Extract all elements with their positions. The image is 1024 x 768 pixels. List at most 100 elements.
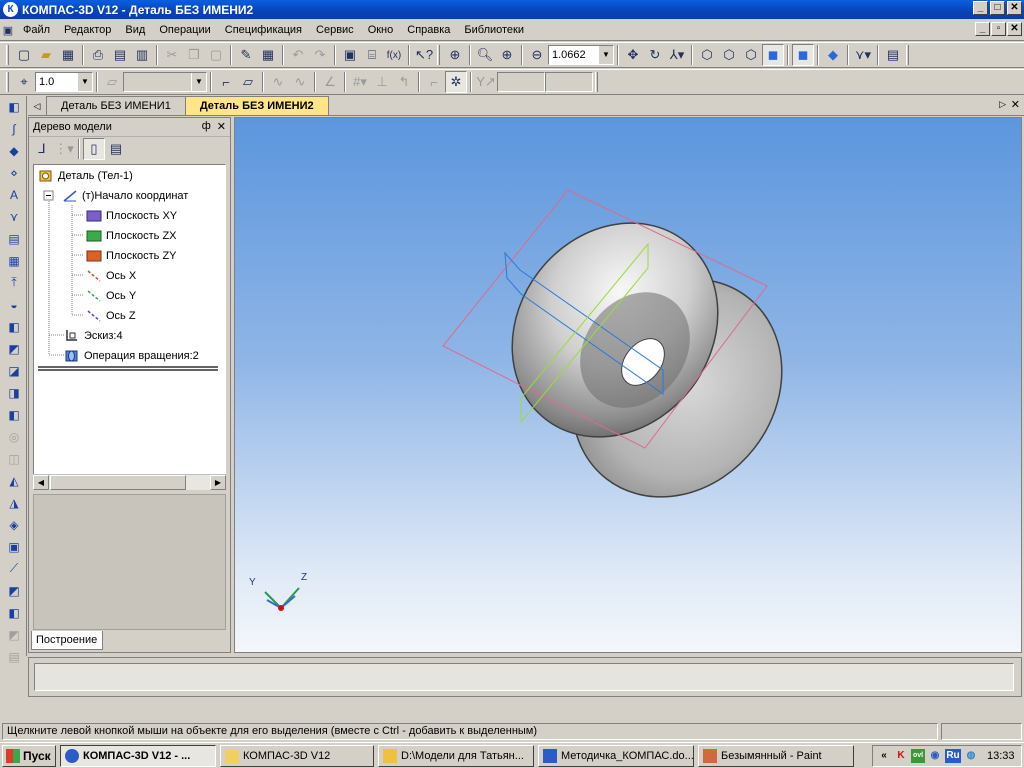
manager-icon[interactable]: ▣ (339, 44, 361, 66)
local-axes-icon[interactable]: ⊥ (371, 71, 393, 93)
array-icon[interactable]: ◩ (3, 580, 25, 601)
wireframe-icon[interactable]: ⬡ (696, 44, 718, 66)
loft-icon[interactable]: ◨ (3, 382, 25, 403)
parametrization-icon[interactable]: ⤒ (3, 272, 25, 293)
chamfer-icon[interactable]: ◮ (3, 492, 25, 513)
doc-minimize-button[interactable]: _ (975, 22, 990, 36)
open-folder-icon[interactable]: ▰ (35, 44, 57, 66)
doc-restore-button[interactable]: ▫ (991, 22, 1006, 36)
paste-icon[interactable]: ▢ (205, 44, 227, 66)
chevron-down-icon[interactable]: ▼ (191, 73, 206, 91)
doc-close-button[interactable]: ✕ (1007, 22, 1022, 36)
rib-icon[interactable]: ◈ (3, 514, 25, 535)
format-brush-icon[interactable]: ✎ (235, 44, 257, 66)
menu-specification[interactable]: Спецификация (218, 24, 309, 36)
toolbar-grip[interactable] (906, 45, 909, 65)
cut-extrude-icon[interactable]: ◧ (3, 404, 25, 425)
section-icon[interactable]: ⟋ (3, 558, 25, 579)
tree-node-revolve[interactable]: Операция вращения:2 (64, 347, 199, 365)
tree-horizontal-scrollbar[interactable]: ◀ ▶ (33, 474, 226, 490)
cut-icon[interactable]: ✂ (161, 44, 183, 66)
taskbar-item-kompas-main[interactable]: КОМПАС-3D V12 - ... (60, 744, 216, 767)
zoom-dynamic-icon[interactable]: ⊕ (496, 44, 518, 66)
tree-node-origin[interactable]: (т)Начало координат (62, 187, 188, 205)
edit-sketch-icon[interactable]: ▱ (237, 71, 259, 93)
library-icon[interactable]: ⌸ (361, 44, 383, 66)
taskbar-item-folder[interactable]: D:\Модели для Татьян... (378, 744, 534, 767)
tree-node-sketch[interactable]: Эскиз:4 (64, 327, 123, 345)
help-pointer-icon[interactable]: ↖? (413, 44, 435, 66)
tree-structure-icon[interactable]: ⅃ (31, 138, 53, 160)
ovl-icon[interactable]: ovl (911, 749, 925, 763)
tree-node-axis-x[interactable]: Ось X (86, 267, 136, 285)
toolbar-grip[interactable] (437, 45, 440, 65)
tray-expand-icon[interactable]: « (877, 749, 891, 763)
tab-part-1[interactable]: Деталь БЕЗ ИМЕНИ1 (46, 96, 186, 115)
shaded-icon[interactable]: ◼ (762, 44, 784, 66)
taskbar-item-word[interactable]: Методичка_КОМПАС.do... (538, 744, 694, 767)
round-icon[interactable]: ⌐ (423, 71, 445, 93)
taskbar-item-kompas[interactable]: КОМПАС-3D V12 (220, 744, 374, 767)
revolve-tool-icon[interactable]: ◩ (3, 338, 25, 359)
tree-order-icon[interactable]: ⋮▾ (53, 138, 75, 160)
menu-file[interactable]: Файл (16, 24, 57, 36)
tree-node-plane-zx[interactable]: Плоскость ZX (86, 227, 177, 245)
undo-icon[interactable]: ↶ (287, 44, 309, 66)
toolbar-grip[interactable] (595, 72, 598, 92)
kinematic-icon[interactable]: ◪ (3, 360, 25, 381)
sketch-mode-icon[interactable]: ⌐ (215, 71, 237, 93)
extrude-icon[interactable]: ◧ (3, 316, 25, 337)
measure-icon[interactable]: A (3, 184, 25, 205)
rotate-icon[interactable]: ↻ (644, 44, 666, 66)
tab-part-2[interactable]: Деталь БЕЗ ИМЕНИ2 (184, 96, 329, 115)
shaded-edges-icon[interactable]: ◼ (792, 44, 814, 66)
param-field-x[interactable] (497, 72, 545, 92)
menu-libraries[interactable]: Библиотеки (457, 24, 531, 36)
scroll-right-icon[interactable]: ▶ (210, 475, 226, 490)
pin-icon[interactable]: ф (202, 120, 211, 133)
taskbar-item-paint[interactable]: Безымянный - Paint (698, 744, 854, 767)
maximize-button[interactable]: □ (990, 1, 1005, 15)
close-button[interactable]: ✕ (1007, 1, 1022, 15)
tree-view-icon[interactable]: ▯ (83, 138, 105, 160)
spec-icon[interactable]: ▤ (3, 228, 25, 249)
coordinates-icon[interactable]: Y↗ (475, 71, 497, 93)
zoom-scale-icon[interactable]: ⊖ (526, 44, 548, 66)
menu-window[interactable]: Окно (361, 24, 401, 36)
grid-icon[interactable]: #▾ (349, 71, 371, 93)
tree-node-part[interactable]: Деталь (Тел-1) (38, 167, 133, 185)
update-icon[interactable]: ◉ (928, 749, 942, 763)
menu-operations[interactable]: Операции (152, 24, 217, 36)
redo-icon[interactable]: ↷ (309, 44, 331, 66)
language-indicator[interactable]: Ru (945, 749, 961, 763)
variables-icon[interactable]: f(x) (383, 44, 405, 66)
chevron-down-icon[interactable]: ▼ (598, 46, 613, 64)
param-field-y[interactable] (545, 72, 593, 92)
hidden-thin-icon[interactable]: ⬡ (740, 44, 762, 66)
arrow-icon[interactable]: ↰ (393, 71, 415, 93)
clock[interactable]: 13:33 (987, 750, 1015, 762)
tree-node-plane-xy[interactable]: Плоскость XY (86, 207, 177, 225)
style-combo[interactable]: ▼ (123, 72, 207, 92)
orientation-icon[interactable]: ⅄▾ (666, 44, 688, 66)
filter-icon[interactable]: ⋎▾ (852, 44, 874, 66)
cut-kinematic-icon[interactable]: ◫ (3, 448, 25, 469)
network-globe-icon[interactable]: ◍ (964, 749, 978, 763)
zoom-window-icon[interactable]: ⊕ (444, 44, 466, 66)
scroll-thumb[interactable] (50, 475, 186, 490)
tab-scroll-right-icon[interactable]: ▷ (999, 99, 1006, 110)
mirror-icon[interactable]: ◧ (3, 602, 25, 623)
model-viewport[interactable]: Y Z (234, 117, 1022, 653)
plane-icon[interactable]: ▱ (101, 71, 123, 93)
cut-revolve-icon[interactable]: ◎ (3, 426, 25, 447)
zoom-combo[interactable]: 1.0662 ▼ (548, 45, 614, 65)
print-icon[interactable]: ⎙ (87, 44, 109, 66)
tree-node-axis-y[interactable]: Ось Y (86, 287, 136, 305)
properties-icon[interactable]: ▥ (131, 44, 153, 66)
panel-close-icon[interactable]: ✕ (217, 120, 226, 133)
dimensions-icon[interactable]: ◆ (3, 140, 25, 161)
menu-view[interactable]: Вид (118, 24, 152, 36)
report-icon[interactable]: ▦ (3, 250, 25, 271)
table-icon[interactable]: ▦ (257, 44, 279, 66)
new-document-icon[interactable]: ▢ (13, 44, 35, 66)
